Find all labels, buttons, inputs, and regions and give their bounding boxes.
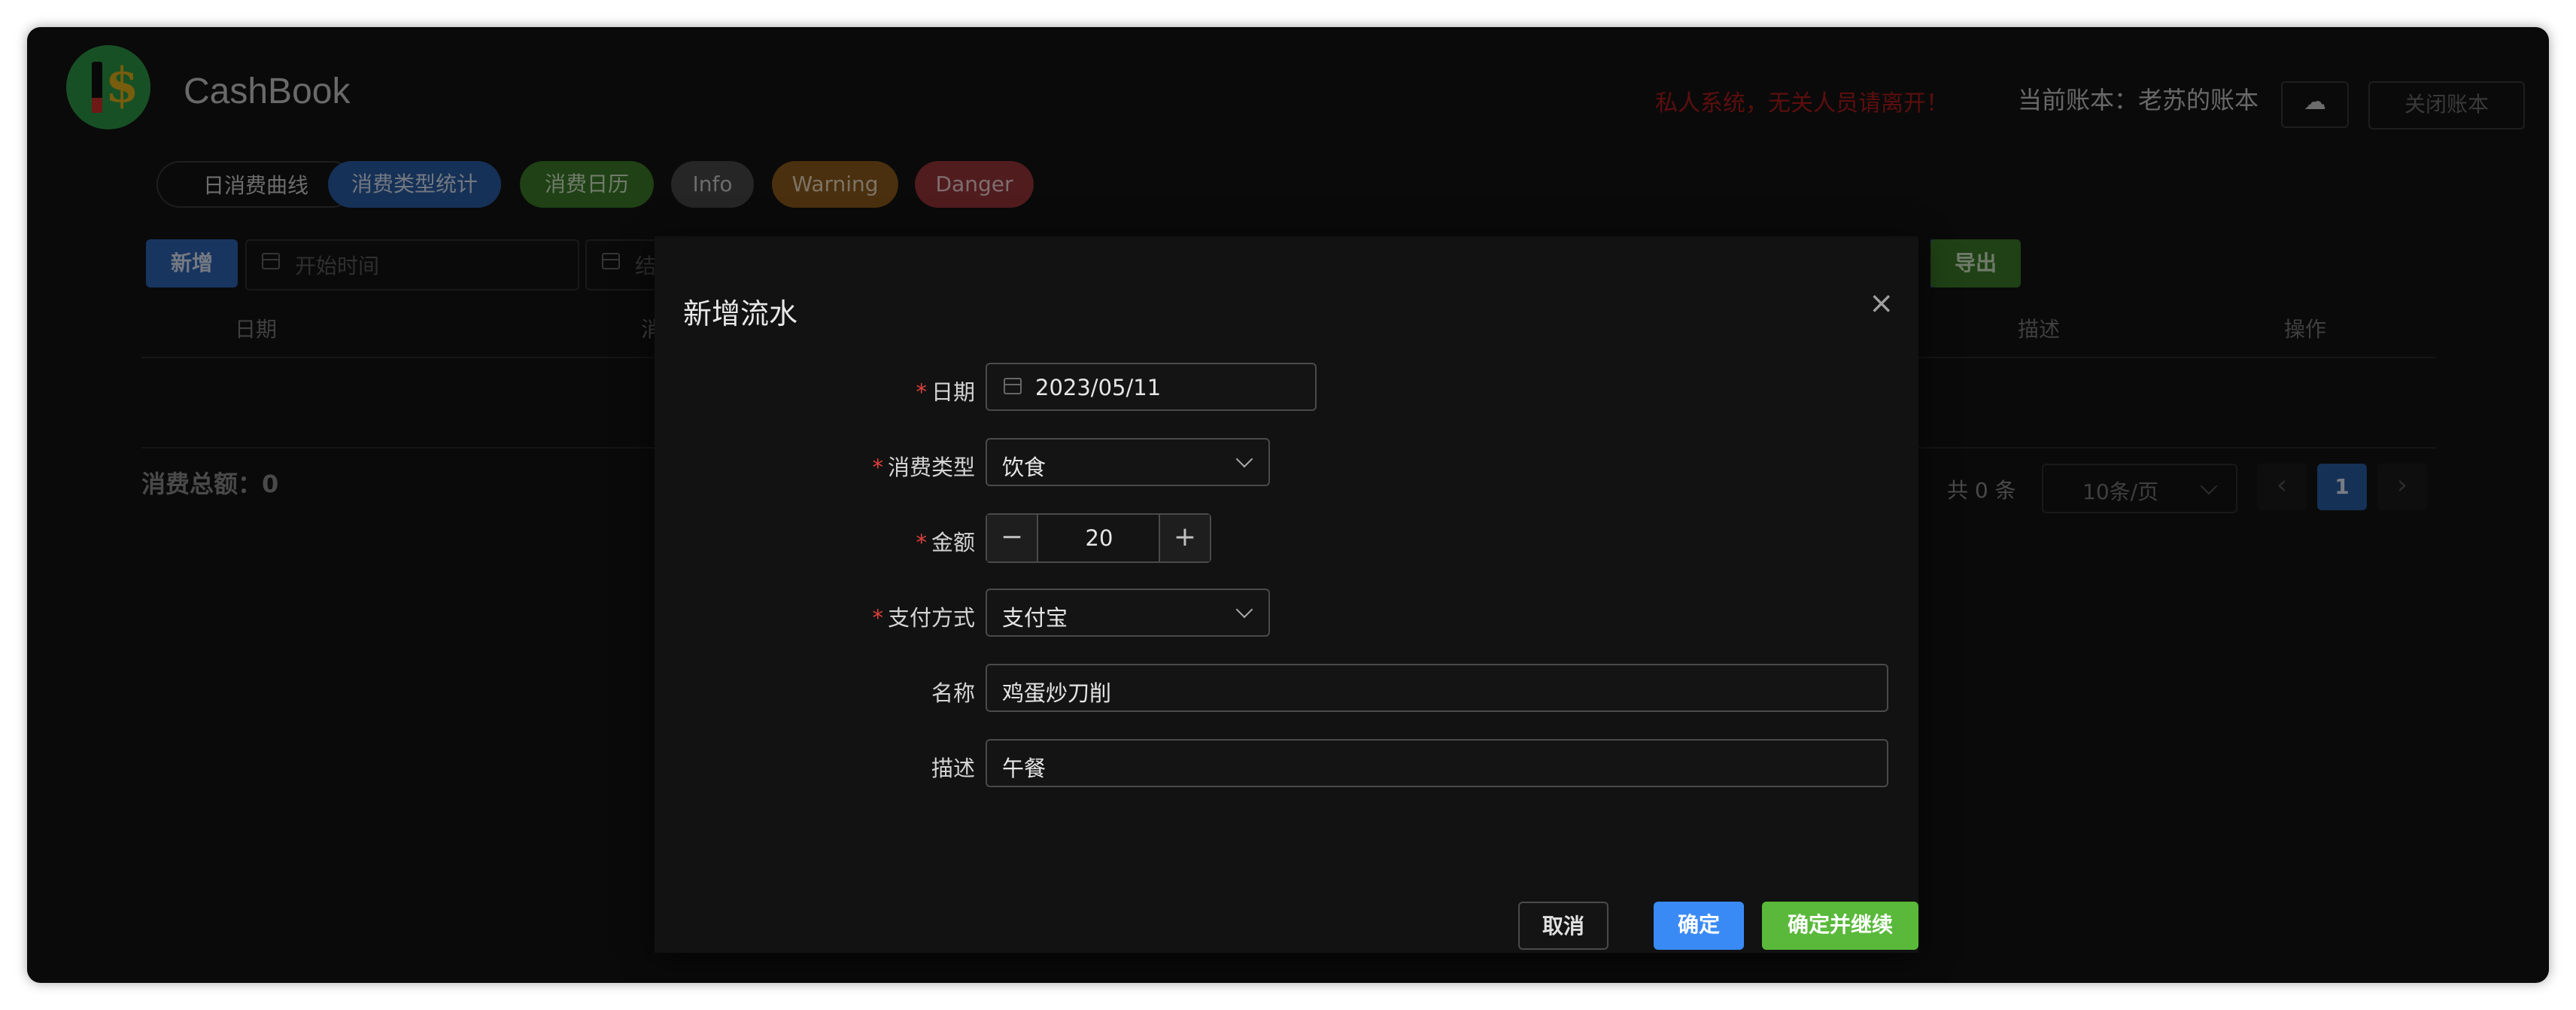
date-label-text: 日期 xyxy=(931,379,975,405)
desc-label: 描述 xyxy=(931,756,975,781)
confirm-continue-button[interactable]: 确定并继续 xyxy=(1762,902,1918,950)
amount-label-text: 金额 xyxy=(931,530,975,555)
name-label: 名称 xyxy=(931,680,975,706)
date-value: 2023/05/11 xyxy=(1035,375,1162,400)
cancel-label: 取消 xyxy=(1542,914,1584,939)
chevron-down-icon xyxy=(1235,450,1253,468)
chevron-down-icon xyxy=(1235,601,1253,619)
dialog-title: 新增流水 xyxy=(683,297,798,330)
close-icon[interactable]: × xyxy=(1869,286,1894,321)
confirm-label: 确定 xyxy=(1677,912,1720,937)
payment-label-text: 支付方式 xyxy=(887,605,975,631)
increment-button[interactable]: + xyxy=(1159,515,1210,561)
required-mark: * xyxy=(916,379,927,405)
confirm-button[interactable]: 确定 xyxy=(1654,902,1744,950)
required-mark: * xyxy=(872,605,883,631)
payment-select[interactable]: 支付宝 xyxy=(986,589,1270,637)
payment-label: * 支付方式 xyxy=(872,601,975,632)
app-window: $ CashBook 私人系统，无关人员请离开！ 当前账本：老苏的账本 ☁ 关闭… xyxy=(27,27,2549,983)
type-label: * 消费类型 xyxy=(872,450,975,482)
desc-value: 午餐 xyxy=(1002,756,1046,781)
amount-input[interactable]: 20 xyxy=(1037,525,1162,551)
date-label: * 日期 xyxy=(916,375,975,406)
type-select[interactable]: 饮食 xyxy=(986,438,1270,486)
confirm-continue-label: 确定并继续 xyxy=(1787,912,1893,937)
type-value: 饮食 xyxy=(1002,455,1046,480)
name-value: 鸡蛋炒刀削 xyxy=(1002,680,1112,706)
minus-icon: − xyxy=(1000,522,1024,552)
desc-input[interactable]: 午餐 xyxy=(986,739,1888,787)
type-label-text: 消费类型 xyxy=(887,455,975,480)
calendar-icon xyxy=(1004,378,1022,394)
cancel-button[interactable]: 取消 xyxy=(1518,902,1608,950)
amount-stepper: − 20 + xyxy=(986,513,1211,563)
name-input[interactable]: 鸡蛋炒刀削 xyxy=(986,664,1888,712)
payment-value: 支付宝 xyxy=(1002,605,1068,631)
amount-label: * 金额 xyxy=(916,525,975,557)
required-mark: * xyxy=(872,455,883,480)
plus-icon: + xyxy=(1173,522,1197,552)
decrement-button[interactable]: − xyxy=(987,515,1038,561)
new-record-dialog: 新增流水 × * 日期 2023/05/11 * 消费类型 饮食 * 金额 − 20 … xyxy=(655,236,1918,953)
date-picker[interactable]: 2023/05/11 xyxy=(986,363,1317,411)
required-mark: * xyxy=(916,530,927,555)
